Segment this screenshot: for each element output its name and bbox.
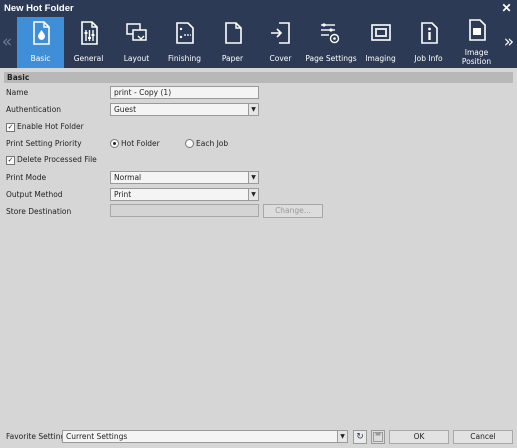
chevron-down-icon: ▼	[248, 189, 258, 200]
basic-settings-panel: Basic Name print - Copy (1) Authenticati…	[4, 72, 513, 420]
tab-job-info[interactable]: Job Info	[405, 17, 452, 68]
tab-label: Finishing	[168, 54, 201, 63]
tab-cover[interactable]: Cover	[257, 17, 304, 68]
print-mode-select[interactable]: Normal ▼	[110, 171, 259, 184]
tab-page-settings[interactable]: Page Settings	[305, 17, 357, 68]
paper-icon	[225, 22, 242, 44]
name-field[interactable]: print - Copy (1)	[110, 86, 259, 99]
print-setting-priority-label: Print Setting Priority	[6, 139, 82, 148]
cover-icon	[271, 22, 290, 44]
authentication-select[interactable]: Guest ▼	[110, 103, 259, 116]
priority-hot-folder-radio[interactable]	[110, 139, 119, 148]
output-method-select[interactable]: Print ▼	[110, 188, 259, 201]
scroll-left-icon[interactable]: «	[1, 29, 13, 57]
close-icon[interactable]: ✕	[500, 2, 513, 15]
tab-label: Image Position	[461, 48, 492, 66]
tab-label: Job Info	[414, 54, 443, 63]
print-mode-value: Normal	[114, 173, 142, 182]
job-info-icon	[421, 22, 438, 44]
tab-label: Paper	[221, 54, 244, 63]
store-destination-label: Store Destination	[6, 207, 72, 216]
tab-paper[interactable]: Paper	[209, 17, 256, 68]
enable-hot-folder-label: Enable Hot Folder	[17, 122, 84, 131]
tab-basic[interactable]: Basic	[17, 17, 64, 68]
refresh-icon[interactable]: ↻	[353, 430, 367, 444]
section-title: Basic	[4, 72, 513, 83]
priority-hot-folder-label: Hot Folder	[121, 139, 160, 148]
imaging-icon	[371, 24, 391, 41]
output-method-label: Output Method	[6, 190, 63, 199]
favorite-setting-select[interactable]: Current Settings ▼	[62, 430, 348, 443]
output-method-value: Print	[114, 190, 132, 199]
favorite-setting-value: Current Settings	[66, 432, 128, 441]
finishing-icon	[176, 22, 194, 44]
favorite-setting-label: Favorite Setting	[6, 432, 66, 441]
delete-processed-file-checkbox[interactable]: ✓	[6, 156, 15, 165]
name-label: Name	[6, 88, 29, 97]
chevron-down-icon: ▼	[248, 172, 258, 183]
tab-image-position[interactable]: Image Position	[453, 17, 500, 68]
print-mode-label: Print Mode	[6, 173, 47, 182]
window-title-bar: New Hot Folder ✕	[0, 0, 517, 17]
tab-finishing[interactable]: Finishing	[161, 17, 208, 68]
store-destination-field[interactable]	[110, 204, 259, 217]
window-title: New Hot Folder	[4, 3, 74, 14]
tab-imaging[interactable]: Imaging	[357, 17, 404, 68]
scroll-right-icon[interactable]: »	[503, 29, 515, 57]
ok-button[interactable]: OK	[389, 430, 449, 444]
delete-processed-file-label: Delete Processed File	[17, 155, 97, 164]
layout-icon	[126, 23, 147, 41]
tab-label: Cover	[269, 54, 292, 63]
change-button[interactable]: Change...	[263, 204, 323, 218]
basic-icon	[33, 21, 50, 45]
save-icon[interactable]	[371, 430, 385, 444]
authentication-label: Authentication	[6, 105, 62, 114]
tab-layout[interactable]: Layout	[113, 17, 160, 68]
tab-label: Page Settings	[305, 54, 357, 63]
priority-each-job-radio[interactable]	[185, 139, 194, 148]
tab-label: Layout	[123, 54, 150, 63]
page-settings-icon	[321, 23, 340, 44]
authentication-value: Guest	[114, 105, 137, 114]
tab-label: Imaging	[365, 54, 396, 63]
chevron-down-icon: ▼	[337, 431, 347, 442]
settings-toolbar: « Basic General Layout Finishing Paper C…	[0, 17, 517, 68]
image-position-icon	[469, 19, 486, 41]
tab-label: General	[73, 54, 104, 63]
general-icon	[81, 21, 98, 45]
tab-label: Basic	[30, 54, 51, 63]
priority-each-job-label: Each Job	[196, 139, 229, 148]
footer-bar: Favorite Setting Current Settings ▼ ↻ OK…	[0, 426, 517, 448]
enable-hot-folder-checkbox[interactable]: ✓	[6, 123, 15, 132]
chevron-down-icon: ▼	[248, 104, 258, 115]
tab-general[interactable]: General	[65, 17, 112, 68]
cancel-button[interactable]: Cancel	[453, 430, 513, 444]
